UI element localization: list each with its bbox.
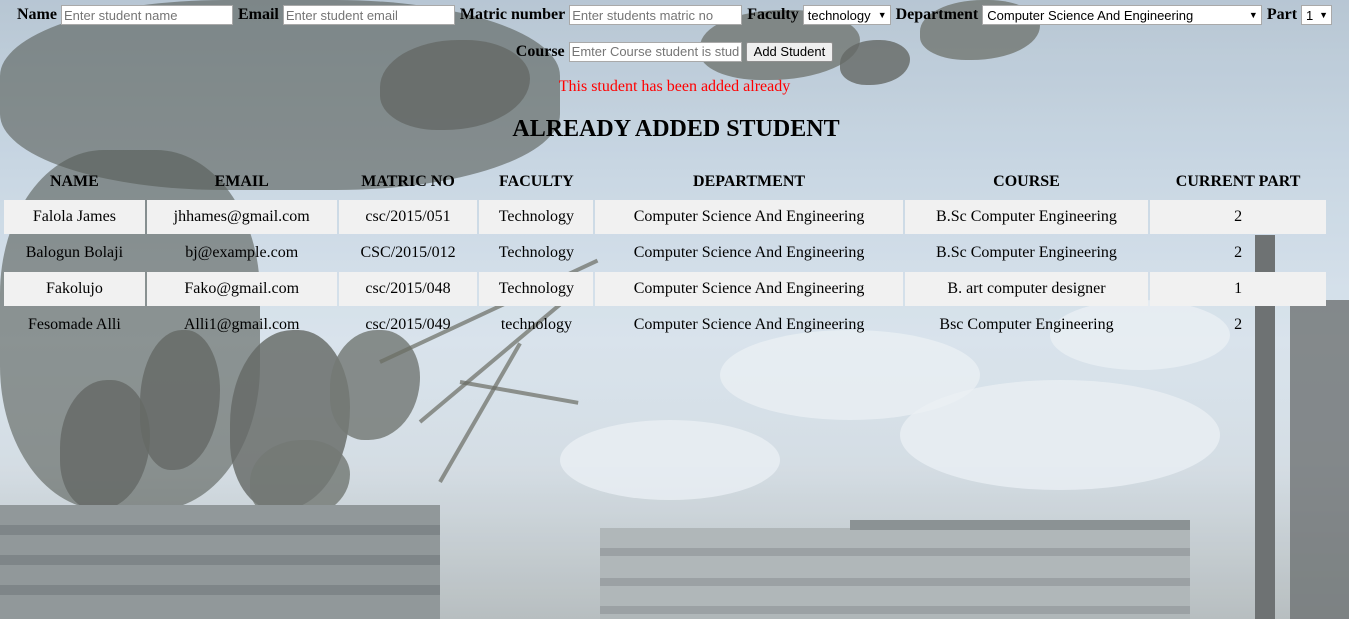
cell-name: Falola James [4, 200, 145, 234]
part-label: Part [1266, 6, 1298, 23]
section-title: ALREADY ADDED STUDENT [512, 116, 840, 142]
cell-department: Computer Science And Engineering [595, 200, 903, 234]
chevron-down-icon: ▼ [877, 10, 887, 20]
course-label: Course [515, 42, 565, 60]
cell-course: B.Sc Computer Engineering [904, 200, 1149, 234]
column-header-matric: MATRIC NO [361, 173, 455, 190]
department-selected-value: Computer Science And Engineering [987, 7, 1194, 23]
name-label: Name [17, 6, 57, 23]
cell-matric: CSC/2015/012 [360, 244, 456, 261]
cell-faculty: Technology [498, 244, 575, 261]
cell-email: bj@example.com [185, 244, 299, 261]
table-row: Fesomade Alli Alli1@gmail.com csc/2015/0… [4, 308, 1326, 342]
students-table: NAME EMAIL MATRIC NO FACULTY DEPARTMENT … [2, 164, 1328, 344]
table-row: Balogun Bolaji bj@example.com CSC/2015/0… [4, 236, 1326, 270]
matric-label: Matric number [459, 6, 566, 23]
cell-faculty: technology [500, 316, 572, 333]
table-header-row: NAME EMAIL MATRIC NO FACULTY DEPARTMENT … [4, 166, 1326, 198]
cell-email: Fako@gmail.com [146, 272, 337, 306]
cell-matric: csc/2015/049 [365, 316, 451, 333]
cell-department: Computer Science And Engineering [633, 244, 865, 261]
cell-department: Computer Science And Engineering [595, 272, 903, 306]
cell-faculty: Technology [479, 200, 594, 234]
cell-name: Fesomade Alli [27, 316, 121, 333]
add-student-button[interactable]: Add Student [745, 41, 834, 62]
column-header-faculty: FACULTY [499, 173, 574, 190]
column-header-current-part: CURRENT PART [1175, 173, 1301, 190]
part-select[interactable]: 1 ▼ [1301, 5, 1332, 25]
department-select[interactable]: Computer Science And Engineering ▼ [982, 5, 1262, 25]
column-header-department: DEPARTMENT [693, 173, 806, 190]
cell-course: B.Sc Computer Engineering [936, 244, 1117, 261]
cell-current-part: 2 [1150, 200, 1326, 234]
faculty-label: Faculty [747, 6, 799, 23]
cell-name: Fakolujo [4, 272, 145, 306]
cell-matric: csc/2015/048 [338, 272, 478, 306]
student-form-row-2: Course Add Student [0, 41, 1349, 62]
faculty-selected-value: technology [807, 7, 871, 23]
cell-faculty: Technology [479, 272, 594, 306]
cell-course: Bsc Computer Engineering [939, 316, 1114, 333]
part-selected-value: 1 [1306, 7, 1314, 23]
faculty-select[interactable]: technology ▼ [802, 5, 891, 25]
cell-department: Computer Science And Engineering [633, 316, 865, 333]
chevron-down-icon: ▼ [1248, 10, 1258, 20]
matric-input[interactable] [569, 5, 743, 25]
column-header-course: COURSE [993, 173, 1060, 190]
department-label: Department [895, 6, 979, 23]
cell-email: Alli1@gmail.com [183, 316, 300, 333]
cell-current-part: 2 [1234, 316, 1243, 333]
chevron-down-icon: ▼ [1319, 10, 1328, 20]
cell-name: Balogun Bolaji [25, 244, 124, 261]
cell-email: jhhames@gmail.com [146, 200, 337, 234]
cell-current-part: 2 [1234, 244, 1243, 261]
column-header-name: NAME [49, 173, 99, 190]
course-input[interactable] [568, 41, 742, 62]
cell-matric: csc/2015/051 [338, 200, 478, 234]
table-row: Falola James jhhames@gmail.com csc/2015/… [4, 200, 1326, 234]
email-input[interactable] [282, 5, 455, 25]
column-header-email: EMAIL [214, 173, 269, 190]
email-label: Email [237, 6, 279, 23]
table-row: Fakolujo Fako@gmail.com csc/2015/048 Tec… [4, 272, 1326, 306]
error-message: This student has been added already [558, 78, 791, 95]
cell-current-part: 1 [1150, 272, 1326, 306]
cell-course: B. art computer designer [904, 272, 1149, 306]
name-input[interactable] [60, 5, 233, 25]
student-form-row-1: Name Email Matric number Faculty technol… [17, 5, 1337, 25]
